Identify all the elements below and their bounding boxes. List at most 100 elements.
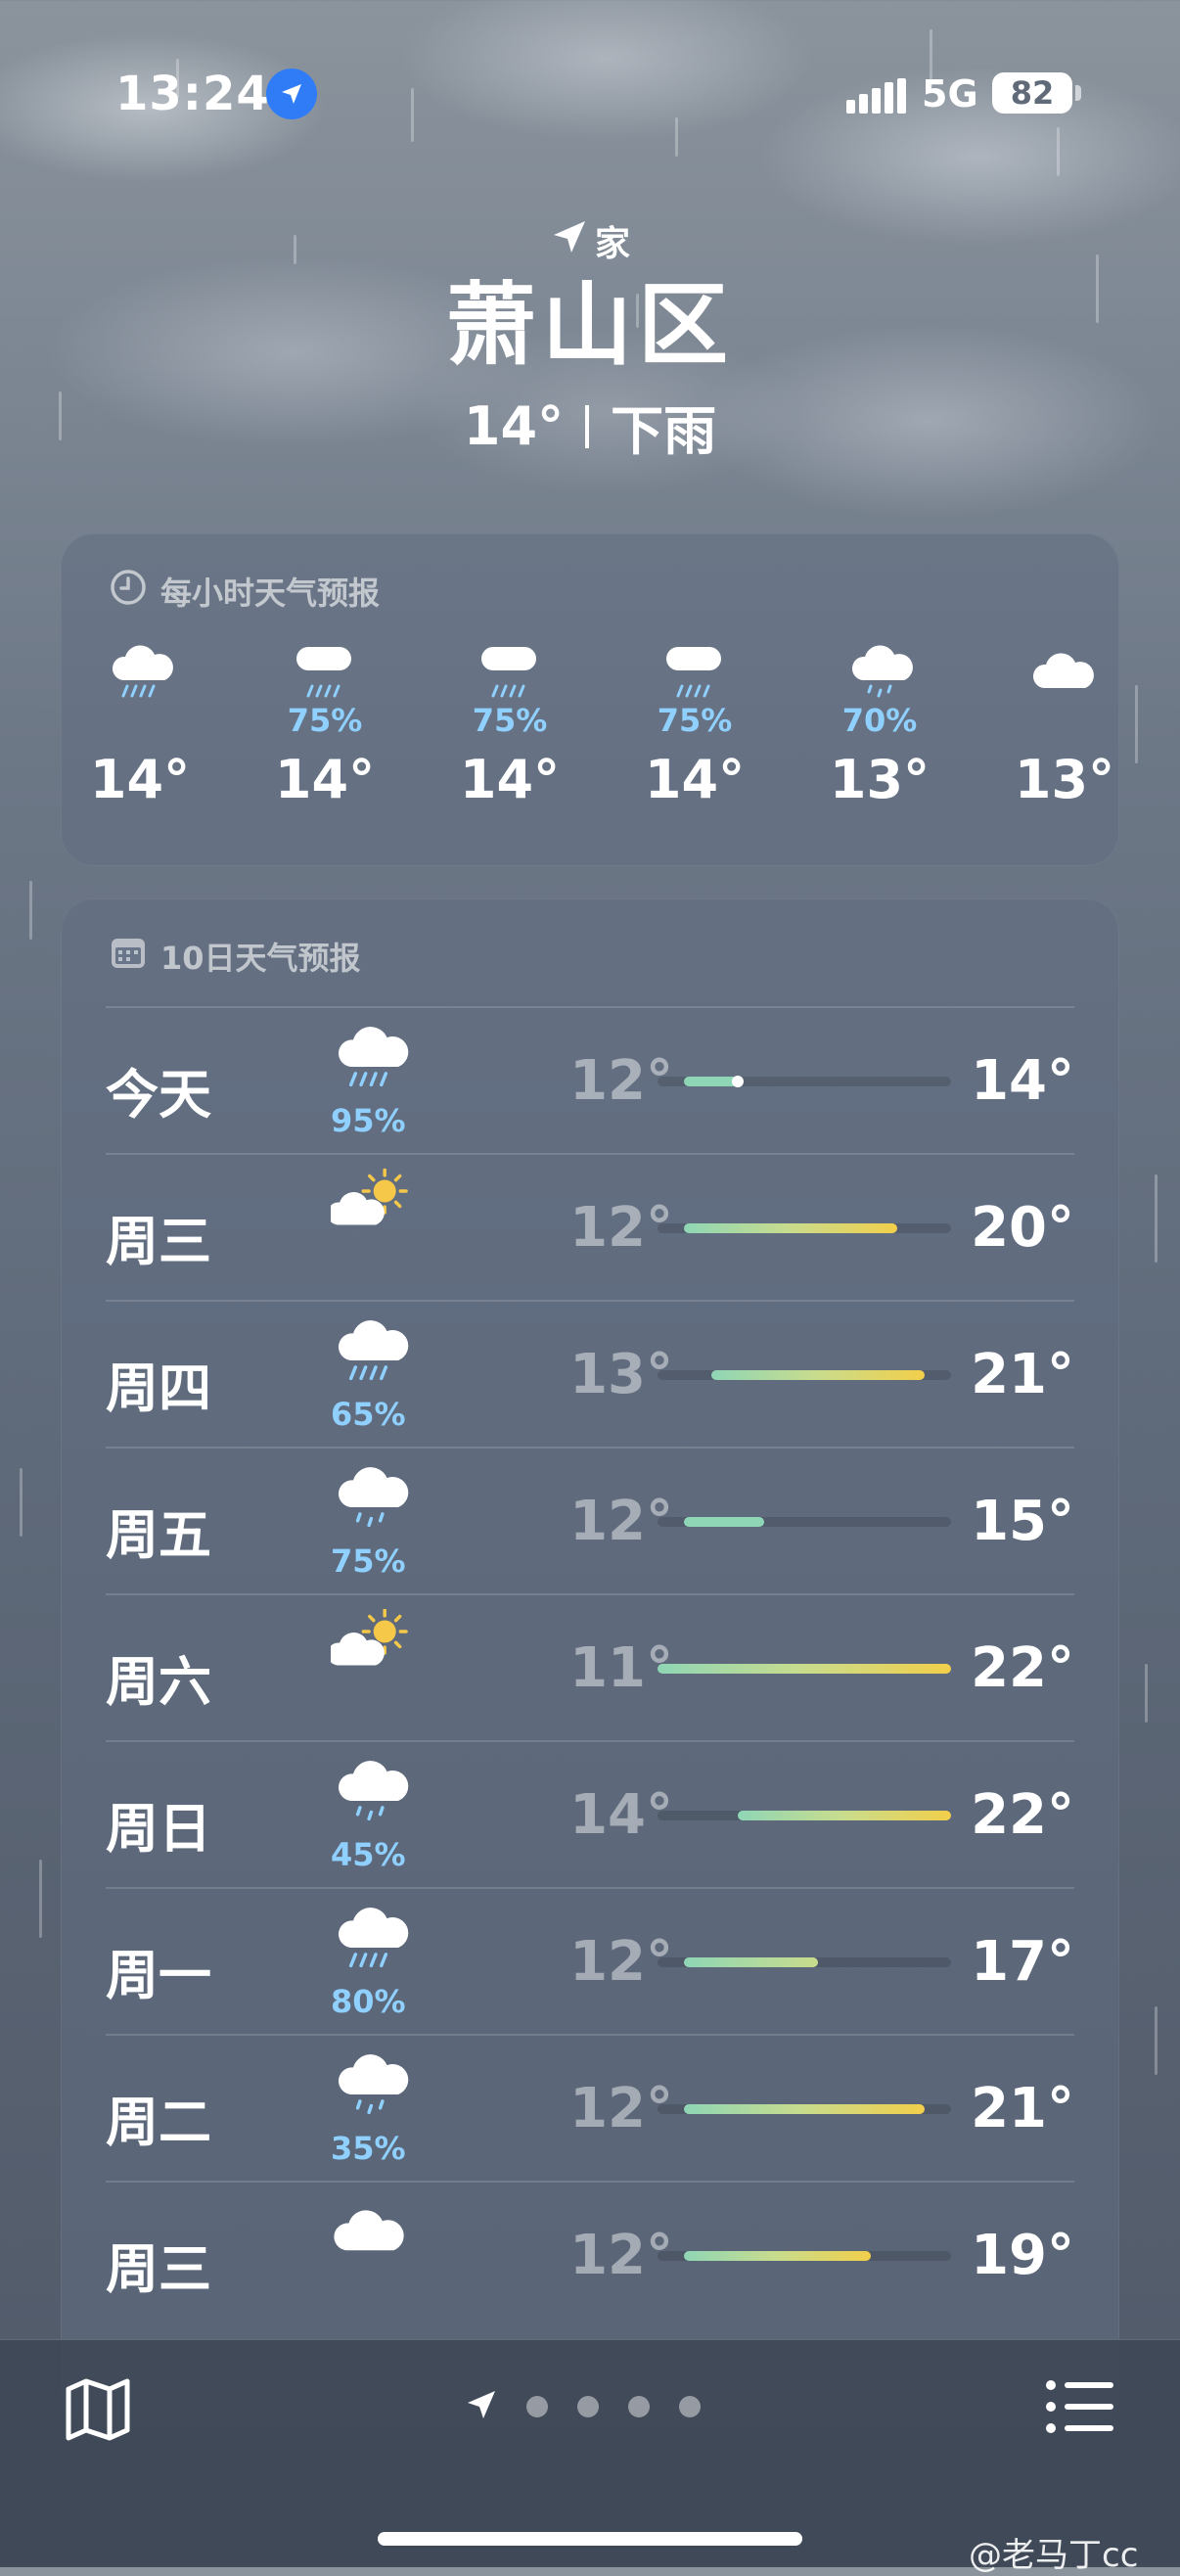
- drizzle-icon: [806, 641, 953, 702]
- temp-range-fill: [684, 1077, 738, 1086]
- daily-precip-chance: 80%: [331, 1983, 406, 2020]
- temp-range-track: [658, 1517, 951, 1527]
- heavy-rain-icon: [251, 641, 398, 702]
- page-dot[interactable]: [628, 2396, 650, 2417]
- low-temp: 12°: [569, 2077, 673, 2140]
- day-label: 周日: [106, 1798, 211, 1860]
- high-temp: 19°: [971, 2224, 1074, 2287]
- location-header: 家 萧山区 14° 下雨: [0, 215, 1180, 465]
- cloud-icon: [991, 641, 1119, 702]
- current-temperature: 14°: [463, 395, 565, 457]
- daily-row[interactable]: 周三 12° 20°: [106, 1153, 1074, 1302]
- separator: [585, 404, 590, 448]
- day-label: 周四: [106, 1357, 211, 1419]
- rain-streak: [29, 881, 32, 940]
- map-icon[interactable]: [63, 2375, 133, 2446]
- hourly-temp: 13°: [1014, 749, 1115, 810]
- bottom-toolbar: @老马丁cc: [0, 2339, 1180, 2575]
- drizzle-icon: [331, 1756, 438, 1834]
- rain-streak: [20, 1468, 23, 1537]
- low-temp: 12°: [569, 1490, 673, 1553]
- temp-range-fill: [710, 1370, 925, 1380]
- temp-range-fill: [684, 1223, 898, 1233]
- daily-precip-chance: 65%: [331, 1396, 406, 1433]
- home-row: 家: [0, 215, 1180, 266]
- page-dot[interactable]: [577, 2396, 599, 2417]
- rain-icon: [331, 1022, 438, 1100]
- daily-precip-chance: 45%: [331, 1836, 406, 1873]
- calendar-icon: [110, 935, 147, 978]
- daily-title: 10日天气预报: [110, 934, 361, 979]
- ten-day-forecast-card[interactable]: 10日天气预报 今天 95% 12° 14° 周三 12° 20° 周四 65% 13° 21° 周五…: [61, 898, 1119, 2425]
- temp-range-track: [658, 1811, 951, 1820]
- hourly-title: 每小时天气预报: [110, 569, 380, 614]
- current-temp-marker: [731, 1076, 744, 1087]
- daily-row[interactable]: 周二 35% 12° 21°: [106, 2034, 1074, 2183]
- hourly-temp: 14°: [274, 749, 376, 810]
- home-indicator[interactable]: [378, 2532, 802, 2546]
- rain-icon: [67, 641, 213, 702]
- clock-icon: [110, 569, 147, 614]
- low-temp: 12°: [569, 1196, 673, 1260]
- day-label: 周三: [106, 2238, 211, 2300]
- daily-row[interactable]: 周日 45% 14° 22°: [106, 1740, 1074, 1889]
- high-temp: 14°: [971, 1049, 1074, 1113]
- daily-row[interactable]: 周三 12° 19°: [106, 2181, 1074, 2329]
- daily-precip-chance: 95%: [331, 1102, 406, 1139]
- hourly-precip-chance: 75%: [287, 702, 363, 739]
- temp-range-fill: [684, 2104, 925, 2114]
- daily-row[interactable]: 周六 11° 22°: [106, 1593, 1074, 1742]
- low-temp: 12°: [569, 2224, 673, 2287]
- hourly-item: 75% 14°: [621, 641, 768, 810]
- low-temp: 12°: [569, 1930, 673, 1994]
- hourly-forecast-card[interactable]: 每小时天气预报 14° 75% 14° 75% 14° 75% 14° 70% 13° 13°: [61, 533, 1119, 866]
- low-temp: 11°: [569, 1636, 673, 1700]
- list-icon[interactable]: [1045, 2379, 1115, 2438]
- home-label: 家: [594, 224, 630, 264]
- rain-icon: [331, 1315, 438, 1394]
- daily-row[interactable]: 今天 95% 12° 14°: [106, 1006, 1074, 1155]
- daily-row[interactable]: 周五 75% 12° 15°: [106, 1447, 1074, 1595]
- hourly-item: 75% 14°: [251, 641, 398, 810]
- temp-range-track: [658, 1664, 951, 1674]
- status-time: 13:24: [115, 67, 270, 121]
- high-temp: 17°: [971, 1930, 1074, 1994]
- current-location-page-icon[interactable]: [466, 2389, 497, 2424]
- partly-sunny-icon: [327, 1168, 438, 1247]
- temp-range-fill: [658, 1664, 951, 1674]
- daily-precip-chance: 35%: [331, 2130, 406, 2167]
- temp-range-track: [658, 2251, 951, 2261]
- daily-precip-chance: 75%: [331, 1542, 406, 1580]
- page-dot[interactable]: [679, 2396, 701, 2417]
- status-bar: 13:24 5G 82: [0, 59, 1180, 137]
- city-name: 萧山区: [445, 273, 734, 378]
- high-temp: 15°: [971, 1490, 1074, 1553]
- temp-range-track: [658, 2104, 951, 2114]
- day-label: 周六: [106, 1651, 211, 1713]
- hourly-precip-chance: [67, 702, 213, 739]
- signal-bars-icon: [846, 78, 907, 114]
- daily-row[interactable]: 周一 80% 12° 17°: [106, 1887, 1074, 2036]
- temp-range-track: [658, 1076, 951, 1087]
- temp-range-fill: [684, 1517, 765, 1527]
- temp-range-fill: [684, 2251, 872, 2261]
- page-dot[interactable]: [526, 2396, 548, 2417]
- temp-range-track: [658, 1957, 951, 1967]
- hourly-item: 70% 13°: [806, 641, 953, 810]
- day-label: 周一: [106, 1945, 211, 2006]
- hourly-item: 75% 14°: [436, 641, 583, 810]
- temp-range-track: [658, 1370, 951, 1380]
- day-label: 今天: [106, 1064, 211, 1126]
- day-label: 周五: [106, 1504, 211, 1566]
- hourly-precip-chance: 70%: [841, 702, 918, 739]
- navigation-arrow-icon: [550, 217, 589, 265]
- current-condition: 下雨: [611, 400, 717, 462]
- hourly-item: 13°: [991, 641, 1119, 810]
- daily-row[interactable]: 周四 65% 13° 21°: [106, 1300, 1074, 1449]
- high-temp: 20°: [971, 1196, 1074, 1260]
- hourly-temp: 14°: [89, 749, 191, 810]
- page-indicator[interactable]: [466, 2389, 701, 2424]
- rain-streak: [1135, 685, 1138, 763]
- day-label: 周二: [106, 2092, 211, 2153]
- hourly-precip-chance: 75%: [472, 702, 548, 739]
